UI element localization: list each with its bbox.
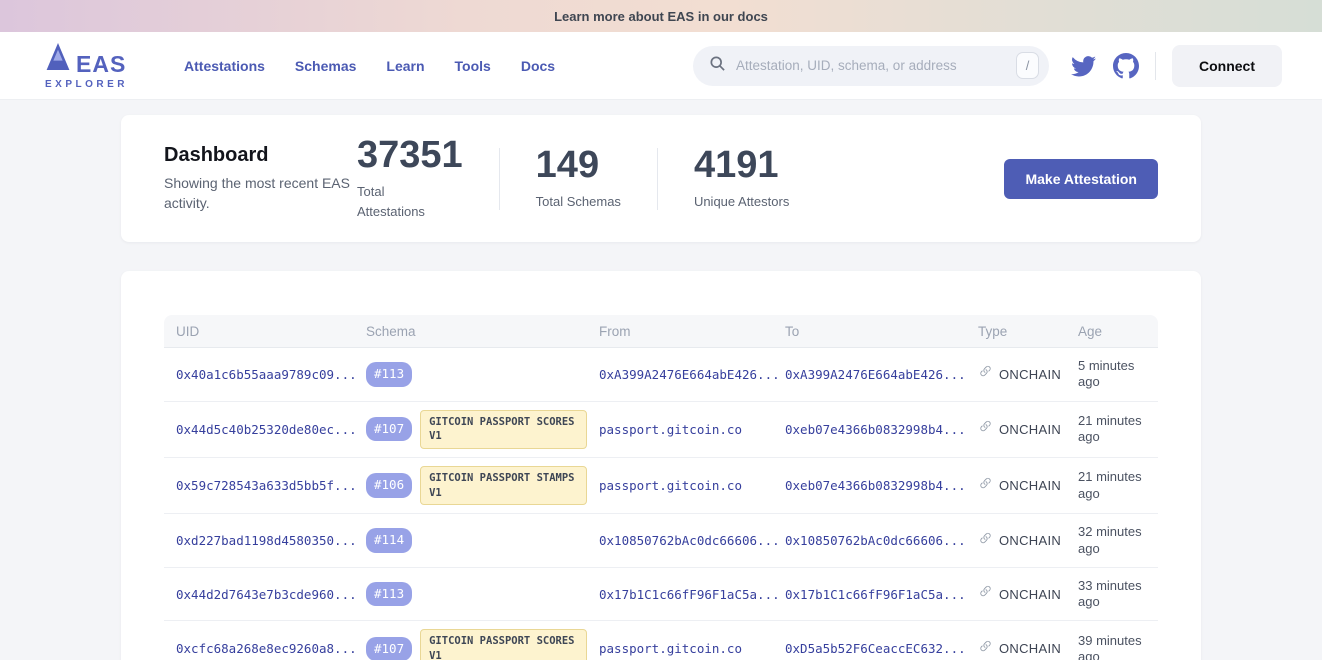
dashboard-card: Dashboard Showing the most recent EAS ac… xyxy=(121,115,1201,242)
stat-unique-attestors: 4191 Unique Attestors xyxy=(694,146,789,212)
to-link[interactable]: 0xeb07e4366b0832998b4... xyxy=(785,422,966,437)
uid-link[interactable]: 0x59c728543a633d5bb5f... xyxy=(176,478,357,493)
stat-divider xyxy=(657,148,658,210)
nav-tools[interactable]: Tools xyxy=(455,58,491,74)
github-icon[interactable] xyxy=(1113,53,1139,79)
age-label: 33 minutes ago xyxy=(1066,568,1158,621)
to-link[interactable]: 0xA399A2476E664abE426... xyxy=(785,367,966,382)
link-icon xyxy=(978,364,993,384)
logo-title: EAS xyxy=(76,53,126,76)
table-row[interactable]: 0x59c728543a633d5bb5f... #106 GITCOIN PA… xyxy=(164,458,1158,514)
col-to: To xyxy=(773,324,966,339)
col-uid: UID xyxy=(164,324,354,339)
to-link[interactable]: 0xD5a5b52F6CeaccEC632... xyxy=(785,641,966,656)
table-row[interactable]: 0xd227bad1198d4580350... #114 0x10850762… xyxy=(164,514,1158,568)
from-link[interactable]: 0xA399A2476E664abE426... xyxy=(599,367,780,382)
stat-value: 37351 xyxy=(357,136,463,174)
type-label: ONCHAIN xyxy=(999,367,1061,382)
type-label: ONCHAIN xyxy=(999,422,1061,437)
table-row[interactable]: 0x44d2d7643e7b3cde960... #113 0x17b1C1c6… xyxy=(164,568,1158,622)
stat-value: 4191 xyxy=(694,146,789,184)
stat-label: Total Attestations xyxy=(357,182,445,221)
col-age: Age xyxy=(1066,324,1158,339)
schema-id-badge[interactable]: #113 xyxy=(366,582,412,607)
schema-id-badge[interactable]: #106 xyxy=(366,473,412,498)
connect-button[interactable]: Connect xyxy=(1172,45,1282,87)
attestations-table-card: UID Schema From To Type Age 0x40a1c6b55a… xyxy=(121,271,1201,660)
type-label: ONCHAIN xyxy=(999,478,1061,493)
nav-docs[interactable]: Docs xyxy=(521,58,555,74)
nav-learn[interactable]: Learn xyxy=(386,58,424,74)
to-link[interactable]: 0x10850762bAc0dc66606... xyxy=(785,533,966,548)
schema-id-badge[interactable]: #107 xyxy=(366,637,412,660)
uid-link[interactable]: 0x44d2d7643e7b3cde960... xyxy=(176,587,357,602)
schema-name-badge[interactable]: GITCOIN PASSPORT SCORES V1 xyxy=(420,629,587,660)
from-link[interactable]: 0x17b1C1c66fF96F1aC5a... xyxy=(599,587,780,602)
search-input[interactable] xyxy=(736,58,1006,73)
link-icon xyxy=(978,639,993,659)
stat-total-schemas: 149 Total Schemas xyxy=(536,146,621,212)
age-label: 21 minutes ago xyxy=(1066,403,1158,456)
logo-subtitle: EXPLORER xyxy=(45,79,128,90)
docs-banner-text[interactable]: Learn more about EAS in our docs xyxy=(554,9,768,24)
uid-link[interactable]: 0xcfc68a268e8ec9260a8... xyxy=(176,641,357,656)
link-icon xyxy=(978,419,993,439)
age-label: 32 minutes ago xyxy=(1066,514,1158,567)
schema-id-badge[interactable]: #114 xyxy=(366,528,412,553)
stats: 37351 Total Attestations 149 Total Schem… xyxy=(357,136,789,221)
age-label: 5 minutes ago xyxy=(1066,348,1158,401)
table-row[interactable]: 0x44d5c40b25320de80ec... #107 GITCOIN PA… xyxy=(164,402,1158,458)
twitter-icon[interactable] xyxy=(1071,53,1096,78)
schema-name-badge[interactable]: GITCOIN PASSPORT SCORES V1 xyxy=(420,410,587,449)
eas-logo[interactable]: EAS EXPLORER xyxy=(45,42,128,90)
uid-link[interactable]: 0x44d5c40b25320de80ec... xyxy=(176,422,357,437)
social-links xyxy=(1071,53,1139,79)
from-link[interactable]: passport.gitcoin.co xyxy=(599,422,742,437)
nav-attestations[interactable]: Attestations xyxy=(184,58,265,74)
to-link[interactable]: 0xeb07e4366b0832998b4... xyxy=(785,478,966,493)
schema-id-badge[interactable]: #113 xyxy=(366,362,412,387)
col-schema: Schema xyxy=(354,324,587,339)
table-header: UID Schema From To Type Age xyxy=(164,315,1158,348)
table-row[interactable]: 0xcfc68a268e8ec9260a8... #107 GITCOIN PA… xyxy=(164,621,1158,660)
table-row[interactable]: 0x40a1c6b55aaa9789c09... #113 0xA399A247… xyxy=(164,348,1158,402)
main-content: Dashboard Showing the most recent EAS ac… xyxy=(121,115,1201,660)
stat-label: Total Schemas xyxy=(536,192,621,212)
to-link[interactable]: 0x17b1C1c66fF96F1aC5a... xyxy=(785,587,966,602)
stat-total-attestations: 37351 Total Attestations xyxy=(357,136,463,221)
col-type: Type xyxy=(966,324,1066,339)
stat-label: Unique Attestors xyxy=(694,192,789,212)
type-label: ONCHAIN xyxy=(999,641,1061,656)
docs-banner[interactable]: Learn more about EAS in our docs xyxy=(0,0,1322,32)
page-title: Dashboard xyxy=(164,144,357,167)
nav-schemas[interactable]: Schemas xyxy=(295,58,356,74)
search-icon xyxy=(709,55,726,77)
make-attestation-button[interactable]: Make Attestation xyxy=(1004,159,1158,199)
link-icon xyxy=(978,531,993,551)
search-bar[interactable]: / xyxy=(693,46,1049,86)
from-link[interactable]: 0x10850762bAc0dc66606... xyxy=(599,533,780,548)
main-nav: Attestations Schemas Learn Tools Docs xyxy=(184,58,555,74)
stat-divider xyxy=(499,148,500,210)
link-icon xyxy=(978,476,993,496)
uid-link[interactable]: 0x40a1c6b55aaa9789c09... xyxy=(176,367,357,382)
page-subtitle: Showing the most recent EAS activity. xyxy=(164,173,357,214)
schema-id-badge[interactable]: #107 xyxy=(366,417,412,442)
from-link[interactable]: passport.gitcoin.co xyxy=(599,641,742,656)
age-label: 21 minutes ago xyxy=(1066,459,1158,512)
header-divider xyxy=(1155,52,1156,80)
type-label: ONCHAIN xyxy=(999,587,1061,602)
schema-name-badge[interactable]: GITCOIN PASSPORT STAMPS V1 xyxy=(420,466,587,505)
type-label: ONCHAIN xyxy=(999,533,1061,548)
from-link[interactable]: passport.gitcoin.co xyxy=(599,478,742,493)
age-label: 39 minutes ago xyxy=(1066,623,1158,660)
link-icon xyxy=(978,584,993,604)
slash-shortcut-key: / xyxy=(1016,52,1039,79)
header: EAS EXPLORER Attestations Schemas Learn … xyxy=(0,32,1322,100)
uid-link[interactable]: 0xd227bad1198d4580350... xyxy=(176,533,357,548)
stat-value: 149 xyxy=(536,146,621,184)
eas-triangle-icon xyxy=(45,42,71,76)
col-from: From xyxy=(587,324,773,339)
